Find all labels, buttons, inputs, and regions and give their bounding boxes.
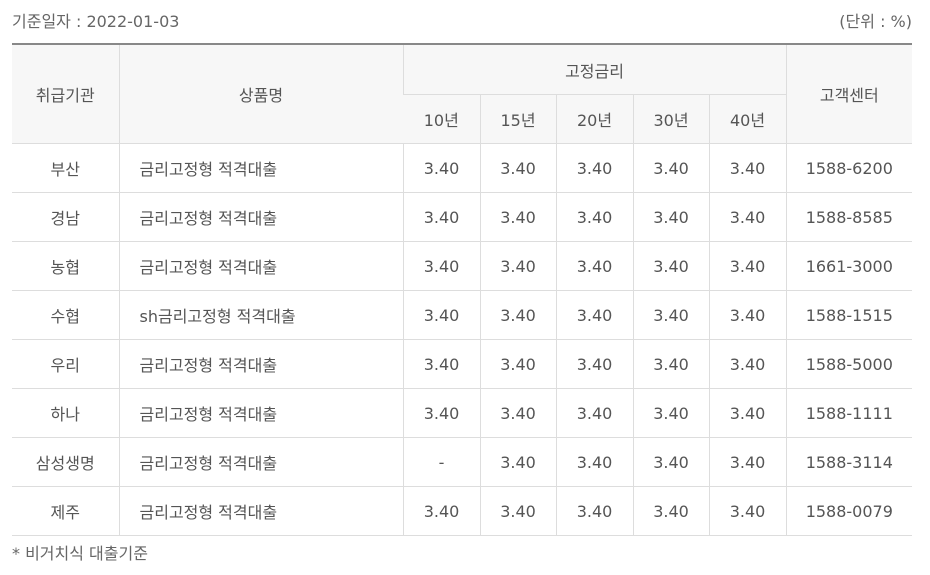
cell-rate: 3.40 bbox=[632, 486, 709, 536]
cell-center: 1588-0079 bbox=[785, 486, 913, 536]
cell-rate: 3.40 bbox=[708, 339, 787, 389]
cell-center: 1588-1515 bbox=[785, 290, 913, 340]
cell-rate: 3.40 bbox=[479, 290, 556, 340]
cell-rate: 3.40 bbox=[708, 241, 787, 291]
cell-product: 금리고정형 적격대출 bbox=[118, 437, 403, 487]
cell-rate: 3.40 bbox=[555, 290, 633, 340]
cell-rate: 3.40 bbox=[402, 290, 480, 340]
cell-rate: 3.40 bbox=[402, 388, 480, 438]
cell-institution: 제주 bbox=[12, 486, 119, 536]
cell-center: 1588-5000 bbox=[785, 339, 913, 389]
col-product: 상품명 bbox=[118, 43, 403, 144]
cell-rate: 3.40 bbox=[555, 241, 633, 291]
cell-product: 금리고정형 적격대출 bbox=[118, 339, 403, 389]
table-row: 하나 금리고정형 적격대출 3.40 3.40 3.40 3.40 3.40 1588-111… bbox=[12, 388, 913, 438]
table-row: 수협 sh금리고정형 적격대출 3.40 3.40 3.40 3.40 3.40 1588-1… bbox=[12, 290, 913, 340]
cell-rate: 3.40 bbox=[479, 388, 556, 438]
col-term: 15년 bbox=[479, 94, 556, 144]
cell-product: 금리고정형 적격대출 bbox=[118, 192, 403, 242]
col-term: 20년 bbox=[555, 94, 633, 144]
cell-rate: 3.40 bbox=[708, 143, 787, 193]
cell-rate: 3.40 bbox=[479, 241, 556, 291]
cell-product: 금리고정형 적격대출 bbox=[118, 388, 403, 438]
cell-rate: 3.40 bbox=[402, 143, 480, 193]
cell-rate: 3.40 bbox=[479, 192, 556, 242]
cell-institution: 농협 bbox=[12, 241, 119, 291]
cell-institution: 삼성생명 bbox=[12, 437, 119, 487]
cell-rate: 3.40 bbox=[479, 339, 556, 389]
cell-rate: 3.40 bbox=[555, 388, 633, 438]
cell-rate: 3.40 bbox=[708, 290, 787, 340]
cell-rate: 3.40 bbox=[555, 192, 633, 242]
table-row: 경남 금리고정형 적격대출 3.40 3.40 3.40 3.40 3.40 1588-858… bbox=[12, 192, 913, 242]
cell-rate: 3.40 bbox=[555, 486, 633, 536]
table-row: 부산 금리고정형 적격대출 3.40 3.40 3.40 3.40 3.40 1588-620… bbox=[12, 143, 913, 193]
rate-table-container: 취급기관 상품명 고정금리 고객센터 10년 15년 20년 30년 40년 부… bbox=[12, 43, 913, 536]
table-head: 취급기관 상품명 고정금리 고객센터 10년 15년 20년 30년 40년 bbox=[12, 43, 913, 144]
cell-rate: 3.40 bbox=[632, 290, 709, 340]
cell-rate: 3.40 bbox=[402, 241, 480, 291]
table-header-bar: 기준일자 : 2022-01-03 (단위 : %) bbox=[12, 8, 912, 32]
cell-rate: 3.40 bbox=[555, 339, 633, 389]
table-row: 제주 금리고정형 적격대출 3.40 3.40 3.40 3.40 3.40 1588-007… bbox=[12, 486, 913, 536]
cell-rate: 3.40 bbox=[479, 143, 556, 193]
cell-rate: 3.40 bbox=[402, 486, 480, 536]
cell-product: sh금리고정형 적격대출 bbox=[118, 290, 403, 340]
cell-institution: 경남 bbox=[12, 192, 119, 242]
cell-center: 1588-6200 bbox=[785, 143, 913, 193]
cell-rate: 3.40 bbox=[632, 437, 709, 487]
cell-rate: 3.40 bbox=[402, 192, 480, 242]
cell-rate: 3.40 bbox=[479, 486, 556, 536]
cell-institution: 수협 bbox=[12, 290, 119, 340]
col-center: 고객센터 bbox=[785, 43, 913, 144]
rate-table: 취급기관 상품명 고정금리 고객센터 10년 15년 20년 30년 40년 부… bbox=[12, 43, 913, 536]
cell-rate: 3.40 bbox=[708, 192, 787, 242]
cell-rate: 3.40 bbox=[632, 241, 709, 291]
cell-center: 1588-1111 bbox=[785, 388, 913, 438]
col-term: 30년 bbox=[632, 94, 709, 144]
cell-rate: 3.40 bbox=[555, 437, 633, 487]
cell-institution: 부산 bbox=[12, 143, 119, 193]
col-institution: 취급기관 bbox=[12, 43, 119, 144]
cell-rate: 3.40 bbox=[708, 388, 787, 438]
cell-rate: 3.40 bbox=[632, 143, 709, 193]
cell-rate: - bbox=[402, 437, 480, 487]
col-term: 40년 bbox=[708, 94, 787, 144]
cell-institution: 우리 bbox=[12, 339, 119, 389]
cell-rate: 3.40 bbox=[402, 339, 480, 389]
header-row: 취급기관 상품명 고정금리 고객센터 bbox=[12, 43, 913, 144]
footnote: * 비거치식 대출기준 bbox=[12, 544, 148, 563]
cell-product: 금리고정형 적격대출 bbox=[118, 486, 403, 536]
cell-center: 1661-3000 bbox=[785, 241, 913, 291]
cell-rate: 3.40 bbox=[555, 143, 633, 193]
table-row: 우리 금리고정형 적격대출 3.40 3.40 3.40 3.40 3.40 1588-500… bbox=[12, 339, 913, 389]
col-term: 10년 bbox=[403, 94, 480, 144]
unit-label: (단위 : %) bbox=[839, 12, 912, 31]
cell-rate: 3.40 bbox=[632, 339, 709, 389]
cell-product: 금리고정형 적격대출 bbox=[118, 241, 403, 291]
col-fixed-rate: 고정금리 bbox=[402, 43, 787, 95]
base-date: 기준일자 : 2022-01-03 bbox=[12, 12, 180, 31]
cell-center: 1588-8585 bbox=[785, 192, 913, 242]
table-row: 삼성생명 금리고정형 적격대출 -3.40 3.40 3.40 3.40 1588-3114 bbox=[12, 437, 913, 487]
cell-rate: 3.40 bbox=[632, 192, 709, 242]
cell-center: 1588-3114 bbox=[785, 437, 913, 487]
table-row: 농협 금리고정형 적격대출 3.40 3.40 3.40 3.40 3.40 1661-300… bbox=[12, 241, 913, 291]
cell-rate: 3.40 bbox=[479, 437, 556, 487]
table-body: 부산 금리고정형 적격대출 3.40 3.40 3.40 3.40 3.40 1588-620… bbox=[12, 143, 913, 536]
cell-rate: 3.40 bbox=[708, 437, 787, 487]
cell-rate: 3.40 bbox=[632, 388, 709, 438]
cell-product: 금리고정형 적격대출 bbox=[118, 143, 403, 193]
cell-rate: 3.40 bbox=[708, 486, 787, 536]
cell-institution: 하나 bbox=[12, 388, 119, 438]
